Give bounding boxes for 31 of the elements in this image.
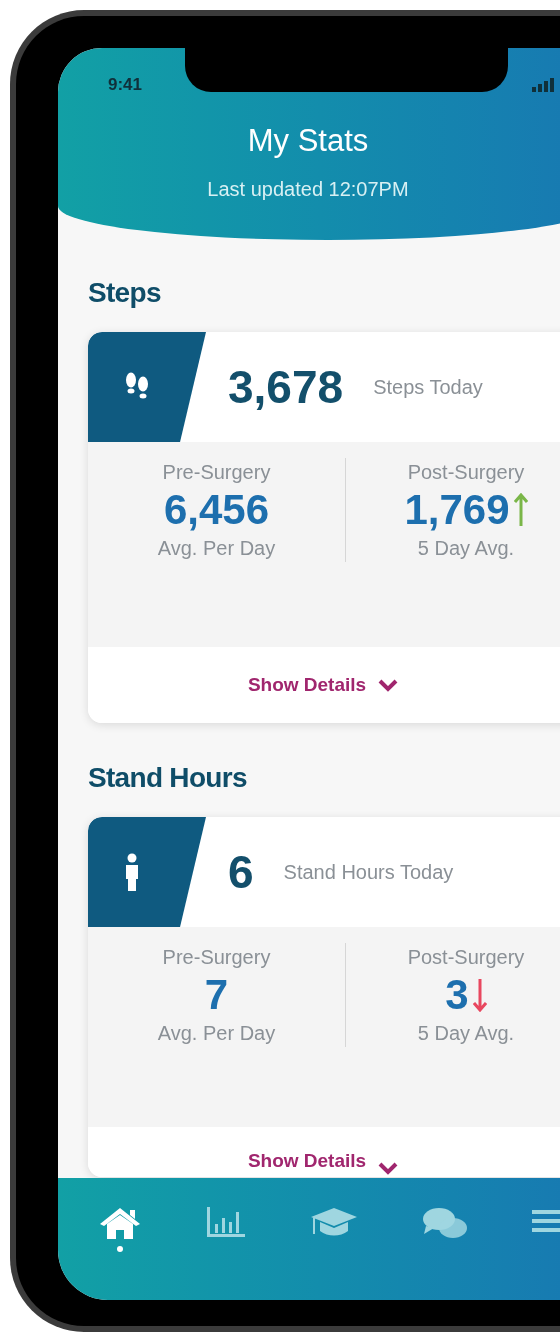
chat-bubbles-icon (422, 1206, 468, 1240)
section-heading: Stand Hours (88, 761, 248, 795)
average-value: 1,769 (404, 485, 510, 535)
period-label: Post-Surgery (407, 945, 525, 970)
today-value: 3,678 (228, 361, 344, 413)
average-caption: Avg. Per Day (157, 536, 276, 561)
average-value: 7 (204, 970, 229, 1020)
last-updated-text: Last updated 12:07PM (206, 177, 410, 202)
section-heading: Steps (88, 276, 162, 310)
chevron-down-icon (378, 678, 399, 692)
chevron-down-icon (378, 1162, 399, 1175)
today-label: Steps Today (373, 375, 483, 400)
today-label: Stand Hours Today (283, 860, 454, 885)
period-label: Post-Surgery (407, 460, 525, 485)
page-title: My Stats (246, 122, 370, 160)
period-label: Pre-Surgery (162, 945, 271, 970)
graduation-cap-icon (310, 1206, 358, 1238)
average-caption: Avg. Per Day (157, 1021, 276, 1046)
bar-chart-icon (206, 1206, 246, 1238)
home-icon (98, 1206, 142, 1240)
status-time: 9:41 (108, 74, 143, 97)
tab-button[interactable] (98, 1206, 142, 1252)
average-caption: 5 Day Avg. (417, 1021, 515, 1046)
period-label: Pre-Surgery (162, 460, 271, 485)
average-value: 3 (445, 970, 469, 1020)
show-details-button[interactable]: Show Details (88, 647, 560, 723)
show-details-button[interactable]: Show Details (88, 1127, 560, 1177)
today-value: 6 (228, 846, 254, 898)
average-value: 6,456 (163, 485, 270, 535)
person-icon (124, 853, 140, 891)
average-caption: 5 Day Avg. (417, 536, 515, 561)
